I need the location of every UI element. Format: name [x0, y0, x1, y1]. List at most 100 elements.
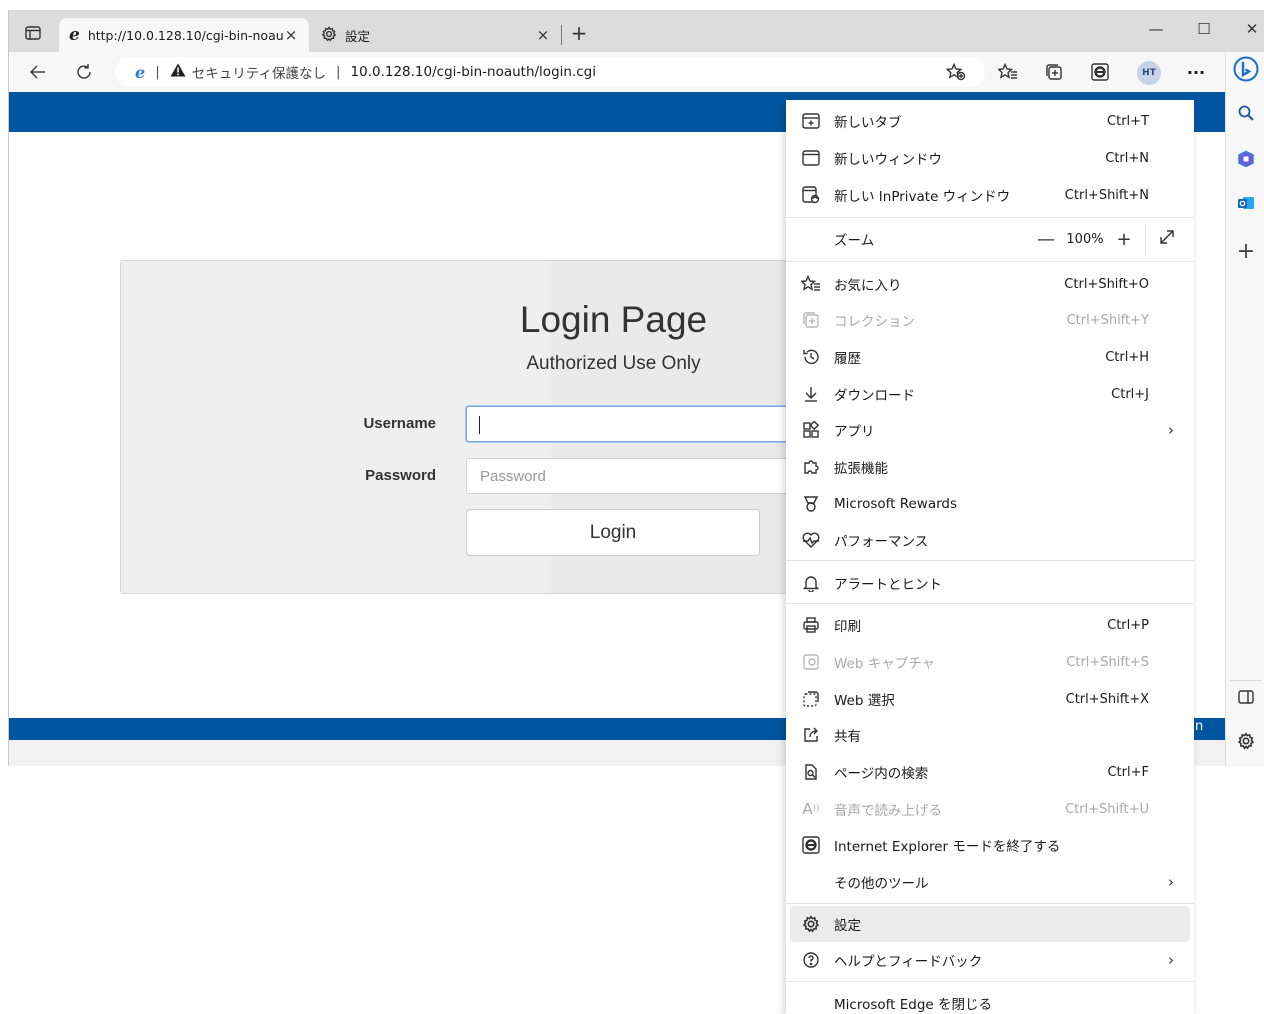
chevron-right-icon: › [1168, 421, 1174, 439]
history-icon [800, 346, 822, 368]
menu-item-print[interactable]: 印刷 Ctrl+P [786, 607, 1194, 643]
url-text[interactable]: 10.0.128.10/cgi-bin-noauth/login.cgi [351, 64, 596, 80]
gear-icon [800, 913, 822, 935]
menu-item-close-edge[interactable]: Microsoft Edge を閉じる [786, 985, 1194, 1014]
outlook-icon [1238, 197, 1254, 209]
favorites-icon [800, 273, 822, 295]
edge-sidebar: + [1225, 52, 1264, 766]
tab-title: 設定 [345, 28, 371, 44]
ie-mode-button[interactable] [1087, 60, 1113, 84]
close-window-button[interactable]: ✕ [1237, 20, 1264, 42]
read-aloud-icon: A)) [802, 800, 820, 818]
footer-text: n [1195, 719, 1204, 734]
toolbar: e | セキュリティ保護なし | 10.0.128.10/cgi-bin-noa… [9, 52, 1264, 92]
sidebar-settings-button[interactable] [1233, 728, 1259, 754]
back-arrow-icon [30, 65, 45, 79]
inprivate-icon [800, 184, 822, 206]
zoom-in-button[interactable]: + [1109, 229, 1139, 250]
download-icon [800, 383, 822, 405]
security-status[interactable]: セキュリティ保護なし [192, 62, 326, 82]
menu-item-performance[interactable]: パフォーマンス [786, 522, 1194, 558]
tab-actions-button[interactable] [19, 22, 47, 44]
tab-close-button[interactable]: × [535, 26, 551, 44]
menu-item-more-tools[interactable]: その他のツール › [786, 864, 1194, 900]
menu-item-new-inprivate[interactable]: 新しい InPrivate ウィンドウ Ctrl+Shift+N [786, 177, 1194, 213]
gear-icon [1237, 732, 1255, 750]
tab-settings[interactable]: 設定 × [311, 18, 561, 52]
tab-login-page[interactable]: e http://10.0.128.10/cgi-bin-noauth × [59, 18, 309, 52]
share-icon [800, 724, 822, 746]
profile-avatar[interactable]: HT [1137, 61, 1161, 85]
apps-icon [800, 419, 822, 441]
new-tab-icon [800, 110, 822, 132]
menu-item-web-select[interactable]: Web 選択 Ctrl+Shift+X [786, 681, 1194, 717]
menu-item-downloads[interactable]: ダウンロード Ctrl+J [786, 376, 1194, 412]
fullscreen-icon [1160, 229, 1174, 244]
maximize-button[interactable]: ☐ [1189, 20, 1219, 42]
menu-item-apps[interactable]: アプリ › [786, 412, 1194, 448]
extensions-icon [800, 456, 822, 478]
office-icon [1238, 150, 1254, 168]
collections-button[interactable] [1041, 60, 1067, 84]
web-select-icon [800, 688, 822, 710]
add-favorite-button[interactable] [943, 60, 969, 84]
menu-item-rewards[interactable]: Microsoft Rewards [786, 486, 1194, 522]
tab-close-button[interactable]: × [283, 26, 299, 44]
menu-item-share[interactable]: 共有 [786, 717, 1194, 753]
warning-icon [170, 63, 186, 81]
menu-item-favorites[interactable]: お気に入り Ctrl+Shift+O [786, 266, 1194, 302]
outlook-button[interactable] [1233, 190, 1259, 216]
gear-icon [321, 25, 337, 45]
find-in-page-icon [800, 761, 822, 783]
ie-icon: e [69, 25, 80, 45]
settings-more-menu: 新しいタブ Ctrl+T 新しいウィンドウ Ctrl+N 新しい InPriva… [786, 100, 1194, 1014]
add-sidebar-app-button[interactable]: + [1233, 238, 1259, 264]
minimize-button[interactable]: — [1141, 20, 1171, 42]
menu-item-extensions[interactable]: 拡張機能 [786, 449, 1194, 485]
refresh-icon [77, 64, 91, 79]
menu-item-history[interactable]: 履歴 Ctrl+H [786, 339, 1194, 375]
menu-item-new-window[interactable]: 新しいウィンドウ Ctrl+N [786, 140, 1194, 176]
ie-mode-icon [800, 834, 822, 856]
tab-title: http://10.0.128.10/cgi-bin-noauth [87, 27, 283, 43]
zoom-controls: — 100% + [1031, 221, 1194, 257]
ie-mode-icon: e [135, 62, 146, 82]
tab-separator [561, 25, 562, 45]
tab-actions-icon [25, 26, 41, 40]
text-cursor [479, 416, 480, 434]
ie-mode-toggle-icon [1091, 63, 1109, 81]
refresh-button[interactable] [71, 60, 97, 84]
search-button[interactable] [1233, 100, 1259, 126]
menu-item-new-tab[interactable]: 新しいタブ Ctrl+T [786, 103, 1194, 139]
settings-more-button[interactable]: ··· [1183, 60, 1209, 84]
menu-item-ie-mode[interactable]: Internet Explorer モードを終了する [786, 827, 1194, 863]
office-button[interactable] [1233, 146, 1259, 172]
zoom-out-button[interactable]: — [1031, 229, 1061, 250]
chevron-right-icon: › [1168, 951, 1174, 969]
bing-button[interactable] [1233, 56, 1259, 82]
performance-heart-icon [800, 529, 822, 551]
hide-sidebar-button[interactable] [1233, 684, 1259, 710]
fullscreen-button[interactable] [1152, 228, 1182, 251]
menu-item-help[interactable]: ヘルプとフィードバック › [786, 942, 1194, 978]
menu-item-read-aloud: A)) 音声で読み上げる Ctrl+Shift+U [786, 791, 1194, 827]
favorites-icon [998, 63, 1017, 79]
back-button[interactable] [25, 60, 51, 84]
menu-item-settings[interactable]: 設定 [790, 906, 1190, 942]
tab-strip: e http://10.0.128.10/cgi-bin-noauth × 設定… [9, 10, 1264, 52]
address-divider: | [335, 64, 341, 80]
printer-icon [800, 614, 822, 636]
bing-icon [1233, 56, 1259, 82]
new-tab-button[interactable]: + [567, 22, 591, 46]
favorites-button[interactable] [995, 60, 1021, 84]
menu-item-find[interactable]: ページ内の検索 Ctrl+F [786, 754, 1194, 790]
menu-item-zoom: ズーム — 100% + [786, 221, 1194, 257]
menu-item-alerts[interactable]: アラートとヒント [786, 565, 1194, 601]
rewards-icon [800, 493, 822, 515]
web-capture-icon [800, 651, 822, 673]
login-button[interactable]: Login [466, 509, 760, 556]
collections-icon [1046, 64, 1062, 80]
address-bar[interactable]: e | セキュリティ保護なし | 10.0.128.10/cgi-bin-noa… [115, 57, 985, 87]
bell-icon [800, 572, 822, 594]
address-divider: | [155, 64, 160, 80]
